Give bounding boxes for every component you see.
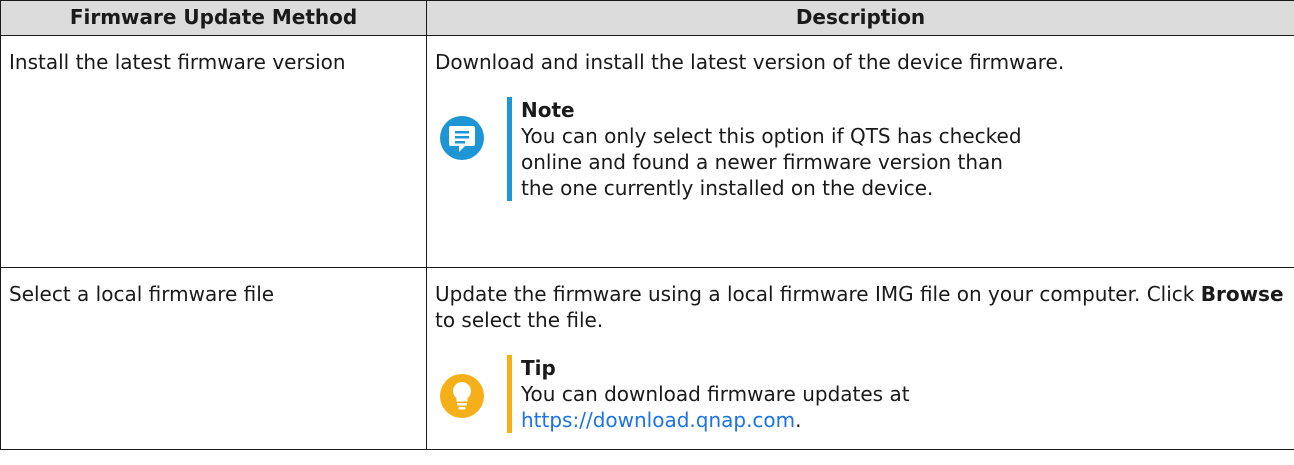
note-accent-bar <box>507 97 512 201</box>
note-icon <box>440 116 484 160</box>
description-cell: Download and install the latest version … <box>426 35 1294 268</box>
download-link[interactable]: https://download.qnap.com <box>521 408 795 432</box>
method-cell: Install the latest firmware version <box>0 35 427 268</box>
tip-body-text: . <box>795 408 802 432</box>
tip-callout: Tip You can download firmware updates at… <box>435 355 1286 433</box>
tip-title: Tip <box>521 356 556 380</box>
table-header-row: Firmware Update Method Description <box>0 0 1294 36</box>
description-text-part: Update the firmware using a local firmwa… <box>435 282 1201 306</box>
table-row: Select a local firmware file Update the … <box>0 267 1294 450</box>
description-text: Download and install the latest version … <box>435 50 1065 74</box>
method-label: Select a local firmware file <box>9 282 275 306</box>
tip-body-text: You can download firmware updates at <box>521 382 910 406</box>
column-header-method: Firmware Update Method <box>0 0 427 36</box>
method-cell: Select a local firmware file <box>0 267 427 450</box>
column-header-description: Description <box>426 0 1294 36</box>
method-label: Install the latest firmware version <box>9 50 346 74</box>
description-cell: Update the firmware using a local firmwa… <box>426 267 1294 450</box>
note-body: You can only select this option if QTS h… <box>521 124 1022 200</box>
description-text: Update the firmware using a local firmwa… <box>435 281 1286 333</box>
browse-label: Browse <box>1200 282 1284 306</box>
table-row: Install the latest firmware version Down… <box>0 35 1294 268</box>
firmware-update-methods-table: Firmware Update Method Description Insta… <box>0 0 1294 450</box>
tip-accent-bar <box>507 355 512 433</box>
lightbulb-icon <box>440 374 484 418</box>
note-title: Note <box>521 98 575 122</box>
note-callout: Note You can only select this option if … <box>435 97 1286 201</box>
description-text-part: to select the file. <box>435 308 604 332</box>
tip-body: You can download firmware updates at htt… <box>521 381 1081 433</box>
